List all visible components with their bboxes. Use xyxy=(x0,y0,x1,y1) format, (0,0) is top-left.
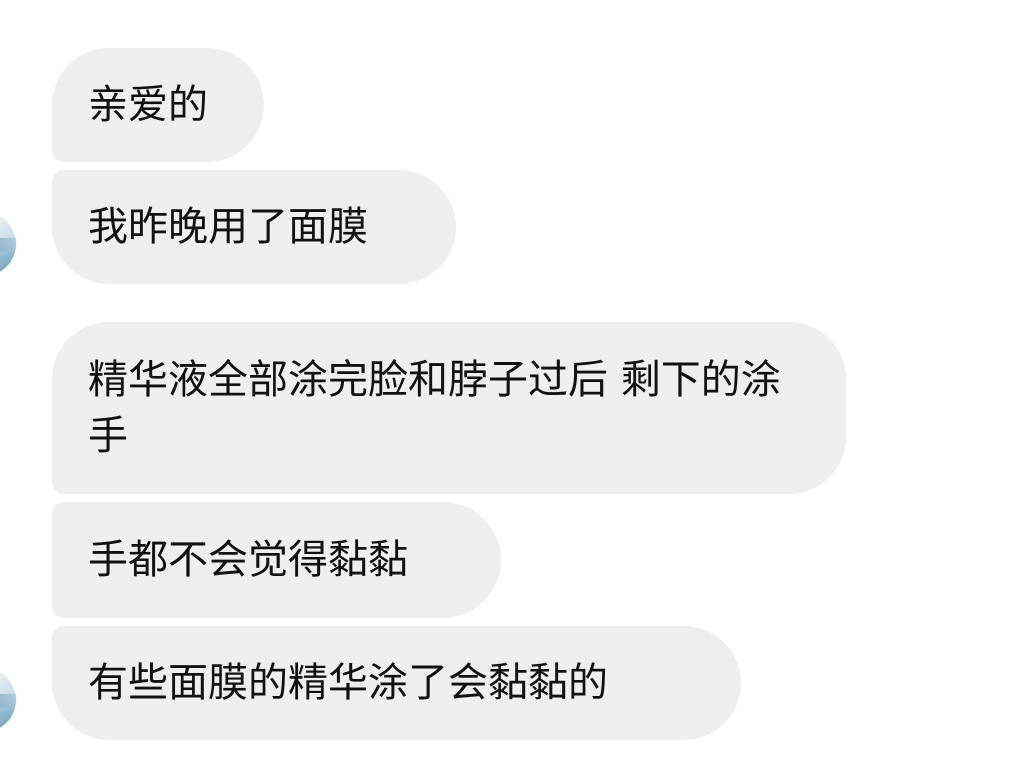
message-bubble[interactable]: 精华液全部涂完脸和脖子过后 剩下的涂手 xyxy=(52,322,846,494)
message-text: 我昨晚用了面膜 xyxy=(88,204,368,250)
message-bubble[interactable]: 亲爱的 xyxy=(52,48,264,162)
message-bubble[interactable]: 我昨晚用了面膜 xyxy=(52,170,456,284)
message-text: 精华液全部涂完脸和脖子过后 剩下的涂手 xyxy=(88,357,781,459)
message-bubble[interactable]: 有些面膜的精华涂了会黏黏的 xyxy=(52,626,741,740)
chat-thread: 亲爱的 我昨晚用了面膜 精华液全部涂完脸和脖子过后 剩下的涂手 手都不会觉得黏黏… xyxy=(0,0,1024,759)
message-text: 亲爱的 xyxy=(88,82,208,128)
sender-avatar[interactable] xyxy=(0,668,16,732)
message-text: 手都不会觉得黏黏 xyxy=(88,537,408,583)
message-bubble[interactable]: 手都不会觉得黏黏 xyxy=(52,502,501,618)
sender-avatar[interactable] xyxy=(0,212,16,276)
message-text: 有些面膜的精华涂了会黏黏的 xyxy=(88,660,608,706)
